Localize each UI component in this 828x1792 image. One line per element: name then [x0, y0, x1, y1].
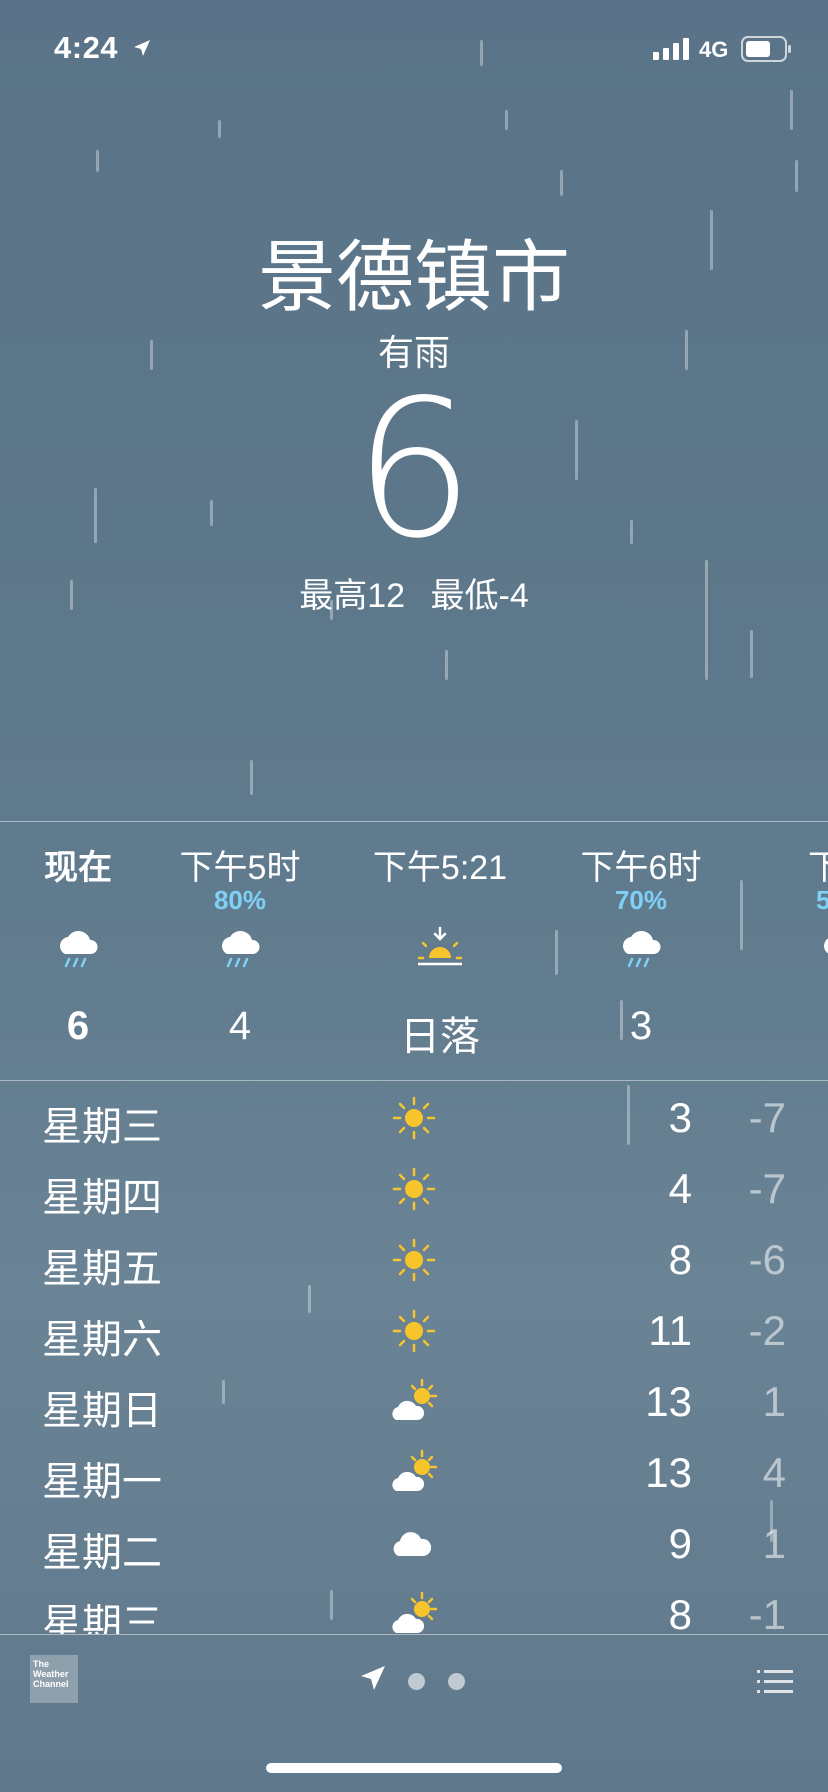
hour-label: 下午5:21 — [372, 849, 508, 887]
rain-icon — [60, 931, 98, 968]
hourly-forecast[interactable]: 现在 6 下午5时 80% 4 下午5:21 日落 下午6时 70% 3 下 5 — [0, 822, 828, 1080]
status-time: 4:24 — [54, 30, 119, 65]
city-name: 景德镇市 — [257, 233, 570, 321]
day-name: 星期三 — [42, 1105, 162, 1149]
weather-channel-logo[interactable]: The Weather Channel — [30, 1655, 78, 1703]
day-high: 8 — [668, 1236, 692, 1283]
day-name: 星期五 — [42, 1247, 162, 1291]
city-list-icon[interactable] — [757, 1668, 793, 1696]
rain-icon — [623, 931, 661, 968]
day-row: 星期二 9 1 — [0, 1508, 828, 1579]
day-row: 星期六 11 -2 — [0, 1295, 828, 1366]
day-low: -7 — [748, 1094, 786, 1141]
precip-chance: 80% — [213, 885, 267, 915]
home-indicator[interactable] — [266, 1763, 562, 1773]
page-dot[interactable] — [408, 1673, 425, 1690]
partly-cloudy-icon — [392, 1591, 438, 1633]
hour-temp: 日落 — [400, 1015, 480, 1059]
day-row: 星期一 13 4 — [0, 1437, 828, 1508]
partly-cloudy-icon — [392, 1378, 438, 1420]
current-location-icon[interactable] — [358, 1663, 388, 1693]
day-name: 星期六 — [42, 1318, 162, 1362]
hour-temp: 3 — [629, 1004, 653, 1048]
sun-icon — [392, 1309, 436, 1353]
day-low: -6 — [748, 1236, 786, 1283]
day-name: 星期日 — [42, 1389, 162, 1433]
day-low: 1 — [762, 1378, 786, 1425]
day-row: 星期四 4 -7 — [0, 1153, 828, 1224]
sun-icon — [392, 1096, 436, 1140]
battery-icon — [741, 36, 791, 62]
sun-icon — [392, 1167, 436, 1211]
day-row: 星期三 8 -1 — [0, 1579, 828, 1634]
day-name: 星期三 — [42, 1602, 162, 1634]
divider-middle — [0, 1080, 828, 1081]
day-low: -1 — [748, 1591, 786, 1634]
high-temp: 最高12 — [299, 577, 406, 615]
rain-icon — [222, 931, 260, 968]
sun-icon — [392, 1238, 436, 1282]
hour-temp: 6 — [66, 1004, 90, 1048]
hour-label: 下午5时 — [179, 849, 301, 887]
day-high: 8 — [668, 1591, 692, 1634]
day-high: 4 — [668, 1165, 692, 1212]
day-low: 1 — [762, 1520, 786, 1567]
current-temperature: 6 — [353, 359, 475, 580]
page-dot[interactable] — [448, 1673, 465, 1690]
day-high: 9 — [668, 1520, 692, 1567]
sunset-icon — [417, 926, 463, 966]
day-low: -2 — [748, 1307, 786, 1354]
day-row: 星期五 8 -6 — [0, 1224, 828, 1295]
rain-icon — [824, 938, 828, 954]
day-low: -7 — [748, 1165, 786, 1212]
precip-chance: 50% — [815, 885, 828, 915]
high-low-temps: 最高12 最低-4 — [0, 568, 828, 617]
network-type: 4G — [699, 37, 729, 62]
day-row: 星期三 3 -7 — [0, 1082, 828, 1153]
day-high: 3 — [668, 1094, 692, 1141]
daily-forecast[interactable]: 星期三 3 -7 星期四 4 -7 星期五 8 -6 星期六 11 -2 星期日… — [0, 1082, 828, 1634]
day-high: 11 — [648, 1307, 692, 1354]
location-arrow-icon — [134, 40, 150, 56]
status-bar: 4:24 4G — [0, 0, 828, 100]
day-name: 星期二 — [42, 1531, 162, 1575]
day-high: 13 — [645, 1378, 692, 1425]
hour-temp: 4 — [228, 1004, 252, 1048]
hour-label: 现在 — [44, 849, 112, 887]
day-high: 13 — [645, 1449, 692, 1496]
precip-chance: 70% — [614, 885, 668, 915]
low-temp: 最低-4 — [430, 577, 529, 615]
hour-label: 下午 — [808, 849, 828, 887]
hour-label: 下午6时 — [580, 849, 702, 887]
day-name: 星期一 — [42, 1460, 162, 1504]
day-row: 星期日 13 1 — [0, 1366, 828, 1437]
partly-cloudy-icon — [392, 1449, 438, 1491]
cloud-icon — [393, 1532, 432, 1556]
cellular-signal-icon — [653, 38, 689, 60]
day-low: 4 — [762, 1449, 786, 1496]
day-name: 星期四 — [42, 1176, 162, 1220]
